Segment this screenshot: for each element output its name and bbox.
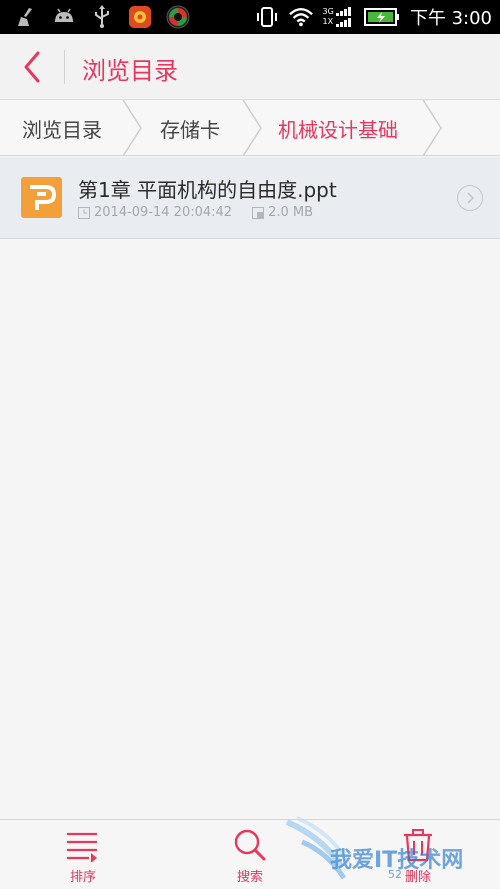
broom-icon — [14, 5, 38, 29]
vibrate-icon — [255, 5, 279, 29]
breadcrumb-item-current[interactable]: 机械设计基础 — [278, 114, 398, 143]
breadcrumb-item-browse[interactable]: 浏览目录 — [22, 114, 102, 143]
bottom-toolbar: 排序 搜索 删除 — [0, 819, 500, 889]
title-bar: 浏览目录 — [0, 34, 500, 100]
delete-label: 删除 — [404, 870, 431, 885]
back-button[interactable] — [10, 44, 54, 90]
file-meta: 2014-09-14 20:04:42 2.0 MB — [78, 205, 313, 220]
file-date: 2014-09-14 20:04:42 — [94, 205, 233, 220]
sort-button[interactable]: 排序 — [48, 828, 118, 888]
sort-icon — [67, 832, 97, 862]
breadcrumb: 浏览目录 存储卡 机械设计基础 — [0, 100, 500, 156]
status-icons-right: 3G 1X 下午 3:00 — [255, 4, 492, 30]
file-name: 第1章 平面机构的自由度.ppt — [78, 178, 337, 202]
file-size-icon — [252, 206, 265, 219]
list-item[interactable]: 第1章 平面机构的自由度.ppt 2014-09-14 20:04:42 2.0… — [0, 157, 500, 239]
file-list: 第1章 平面机构的自由度.ppt 2014-09-14 20:04:42 2.0… — [0, 157, 500, 239]
details-button[interactable] — [457, 185, 483, 211]
search-button[interactable]: 搜索 — [215, 828, 285, 888]
status-bar: 3G 1X 下午 3:00 — [0, 0, 500, 34]
signal-label-top: 3G — [322, 7, 334, 16]
wifi-icon — [288, 5, 313, 29]
status-time: 下午 3:00 — [409, 8, 492, 29]
breadcrumb-separator-icon — [422, 100, 442, 156]
usb-icon — [90, 5, 114, 29]
breadcrumb-separator-icon — [242, 100, 262, 156]
clock-icon — [78, 206, 90, 219]
signal-label-bottom: 1X — [322, 17, 334, 26]
battery-charging-icon — [363, 5, 400, 29]
breadcrumb-item-storage[interactable]: 存储卡 — [160, 114, 220, 143]
chevron-left-icon — [24, 51, 40, 83]
breadcrumb-separator-icon — [122, 100, 142, 156]
ppt-file-icon — [21, 177, 62, 218]
signal-icon: 3G 1X — [323, 6, 354, 28]
status-icons-left — [14, 5, 190, 29]
chevron-right-icon — [467, 192, 475, 204]
title-divider — [64, 50, 65, 84]
app-icon-green-red — [166, 5, 190, 29]
search-label: 搜索 — [236, 870, 263, 885]
trash-icon — [404, 829, 432, 862]
delete-button[interactable]: 删除 — [383, 828, 453, 888]
sort-label: 排序 — [69, 870, 96, 885]
app-icon-red — [128, 5, 152, 29]
file-size: 2.0 MB — [268, 205, 314, 220]
android-icon — [52, 5, 76, 29]
page-title: 浏览目录 — [82, 57, 178, 85]
search-icon — [234, 829, 266, 861]
